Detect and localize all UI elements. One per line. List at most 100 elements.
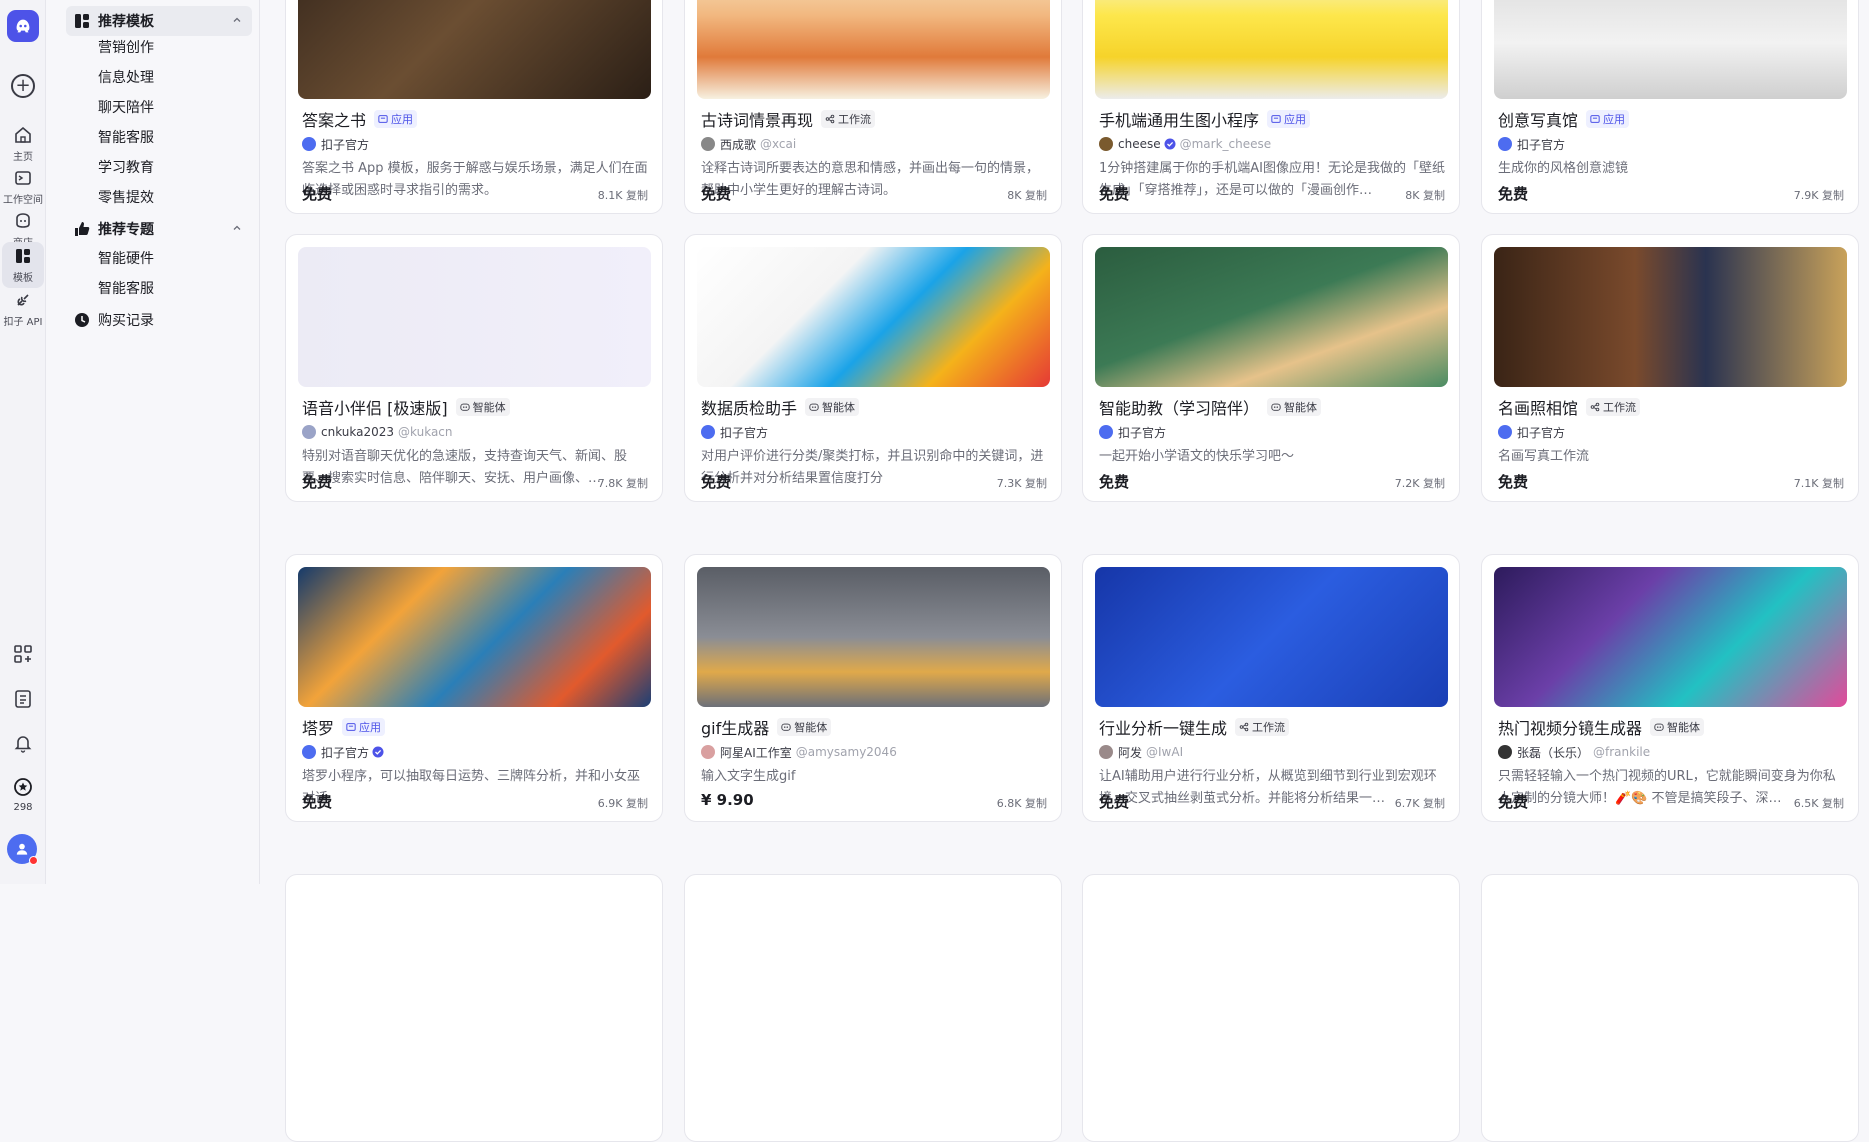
sidebar-item-chat-companion[interactable]: 聊天陪伴 [98, 98, 154, 118]
sidebar-item-customer-service[interactable]: 智能客服 [98, 128, 154, 148]
template-card[interactable]: 行业分析一键生成 工作流 阿发 @IwAI 让AI辅助用户进行行业分析，从概览到… [1082, 554, 1460, 822]
template-card[interactable]: 创意写真馆 应用 扣子官方 生成你的风格创意滤镜 免费 7.9K 复制 [1481, 0, 1859, 214]
author-row[interactable]: 扣子官方 [302, 136, 373, 152]
clock-icon [75, 313, 89, 327]
rail-item-workspace[interactable]: 工作空间 [2, 164, 44, 210]
author-row[interactable]: 张磊（长乐） @frankile [1498, 744, 1650, 760]
author-handle: @frankile [1593, 745, 1651, 759]
points-star-icon[interactable] [12, 776, 34, 798]
template-thumbnail [1494, 0, 1847, 99]
template-type-tag: 智能体 [1650, 718, 1705, 736]
sidebar-group-recommended-templates[interactable]: 推荐模板 [66, 6, 252, 36]
tag-label: 智能体 [822, 401, 856, 414]
author-row[interactable]: 扣子官方 [302, 744, 388, 760]
tag-label: 智能体 [1284, 401, 1318, 414]
sidebar-group-recommended-topics[interactable]: 推荐专题 [66, 214, 252, 244]
template-price: 免费 [701, 185, 732, 203]
template-card[interactable] [1481, 874, 1859, 1142]
tag-label: 应用 [391, 113, 414, 126]
copy-count: 6.8K 复制 [996, 797, 1047, 810]
rail-label-template: 模板 [13, 273, 33, 284]
tag-label: 工作流 [1603, 401, 1637, 414]
template-type-tag: 工作流 [1235, 718, 1290, 736]
author-row[interactable]: cnkuka2023 @kukacn [302, 424, 453, 440]
template-type-tag: 智能体 [455, 398, 510, 416]
workflow-tag-icon [825, 114, 835, 124]
author-handle: @kukacn [398, 425, 453, 439]
agent-tag-icon [809, 403, 819, 411]
rail-item-api[interactable]: 扣子 API [2, 286, 44, 332]
template-card[interactable]: 古诗词情景再现 工作流 西成歌 @xcai 诠释古诗词所要表达的意思和情感，并画… [684, 0, 1062, 214]
template-card[interactable] [1082, 874, 1460, 1142]
template-grid-icon [75, 14, 89, 28]
sidebar-item-info-processing[interactable]: 信息处理 [98, 68, 154, 88]
template-title: 名画照相馆 [1498, 399, 1579, 418]
author-avatar [1099, 745, 1113, 759]
author-row[interactable]: 扣子官方 [1498, 424, 1569, 440]
rail-item-template[interactable]: 模板 [2, 242, 44, 288]
app-tag-icon [346, 723, 356, 731]
template-price: 免费 [302, 793, 333, 811]
template-type-tag: 应用 [1267, 110, 1311, 128]
template-card[interactable]: 塔罗 应用 扣子官方 塔罗小程序，可以抽取每日运势、三牌阵分析，并和小女巫对话 … [285, 554, 663, 822]
template-card[interactable] [684, 874, 1062, 1142]
template-title: 答案之书 [302, 111, 367, 130]
app-tag-icon [1590, 115, 1600, 123]
template-title: 语音小伴侣 [极速版] [302, 399, 448, 418]
workflow-tag-icon [1590, 402, 1600, 412]
sidebar-item-purchase-history[interactable]: 购买记录 [74, 310, 154, 330]
card-title-row: 语音小伴侣 [极速版] 智能体 [302, 395, 510, 419]
template-card[interactable]: 手机端通用生图小程序 应用 cheese @mark_cheese 1分钟搭建属… [1082, 0, 1460, 214]
author-row[interactable]: cheese @mark_cheese [1099, 136, 1271, 152]
document-icon[interactable] [12, 688, 34, 710]
template-card[interactable]: 名画照相馆 工作流 扣子官方 名画写真工作流 免费 7.1K 复制 [1481, 234, 1859, 502]
author-row[interactable]: 阿星AI工作室 @amysamy2046 [701, 744, 897, 760]
tag-label: 应用 [359, 721, 382, 734]
coze-logo-icon[interactable] [7, 10, 39, 42]
template-card[interactable]: 热门视频分镜生成器 智能体 张磊（长乐） @frankile 只需轻轻输入一个热… [1481, 554, 1859, 822]
copy-count: 8.1K 复制 [597, 189, 648, 202]
author-row[interactable]: 扣子官方 [1099, 424, 1170, 440]
sidebar-item-education[interactable]: 学习教育 [98, 158, 154, 178]
template-thumbnail [1494, 247, 1847, 387]
template-title: 行业分析一键生成 [1099, 719, 1228, 738]
author-avatar [701, 137, 715, 151]
author-avatar [1099, 137, 1113, 151]
author-name: 阿星AI工作室 [720, 745, 792, 760]
agent-tag-icon [459, 403, 470, 411]
app-tag-icon [1271, 115, 1281, 123]
rail-item-home[interactable]: 主页 [2, 121, 44, 167]
author-row[interactable]: 扣子官方 [1498, 136, 1569, 152]
template-card[interactable]: 语音小伴侣 [极速版] 智能体 cnkuka2023 @kukacn 特别对语音… [285, 234, 663, 502]
author-handle: @IwAI [1146, 745, 1184, 759]
author-row[interactable]: 扣子官方 [701, 424, 772, 440]
author-row[interactable]: 阿发 @IwAI [1099, 744, 1183, 760]
template-card[interactable]: 智能助教（学习陪伴） 智能体 扣子官方 一起开始小学语文的快乐学习吧～ 免费 7… [1082, 234, 1460, 502]
home-icon [15, 126, 31, 143]
chevron-up-icon [233, 225, 241, 230]
template-card[interactable]: gif生成器 智能体 阿星AI工作室 @amysamy2046 输入文字生成gi… [684, 554, 1062, 822]
template-thumbnail [1095, 567, 1448, 707]
template-card[interactable] [285, 874, 663, 1142]
author-avatar [701, 745, 715, 759]
card-title-row: 数据质检助手 智能体 [701, 395, 860, 419]
template-thumbnail [697, 0, 1050, 99]
template-card[interactable]: 数据质检助手 智能体 扣子官方 对用户评价进行分类/聚类打标，并且识别命中的关键… [684, 234, 1062, 502]
chevron-up-icon [233, 17, 241, 22]
sidebar-item-retail[interactable]: 零售提效 [98, 188, 154, 208]
author-row[interactable]: 西成歌 @xcai [701, 136, 796, 152]
card-title-row: 古诗词情景再现 工作流 [701, 107, 876, 131]
agent-tag-icon [1271, 403, 1281, 411]
template-card[interactable]: 答案之书 应用 扣子官方 答案之书 App 模板，服务于解惑与娱乐场景，满足人们… [285, 0, 663, 214]
bell-icon[interactable] [12, 732, 34, 754]
template-title: 热门视频分镜生成器 [1498, 719, 1643, 738]
template-title: 数据质检助手 [701, 399, 798, 418]
sidebar-purchase-label: 购买记录 [98, 313, 154, 329]
sidebar-item-smart-hardware[interactable]: 智能硬件 [98, 249, 154, 269]
sidebar-item-customer-service-topic[interactable]: 智能客服 [98, 279, 154, 299]
create-plus-icon[interactable]: + [11, 74, 35, 98]
author-avatar [302, 745, 316, 759]
sidebar-item-marketing[interactable]: 营销创作 [98, 38, 154, 58]
copy-count: 6.9K 复制 [597, 797, 648, 810]
apps-grid-icon[interactable] [12, 643, 34, 665]
